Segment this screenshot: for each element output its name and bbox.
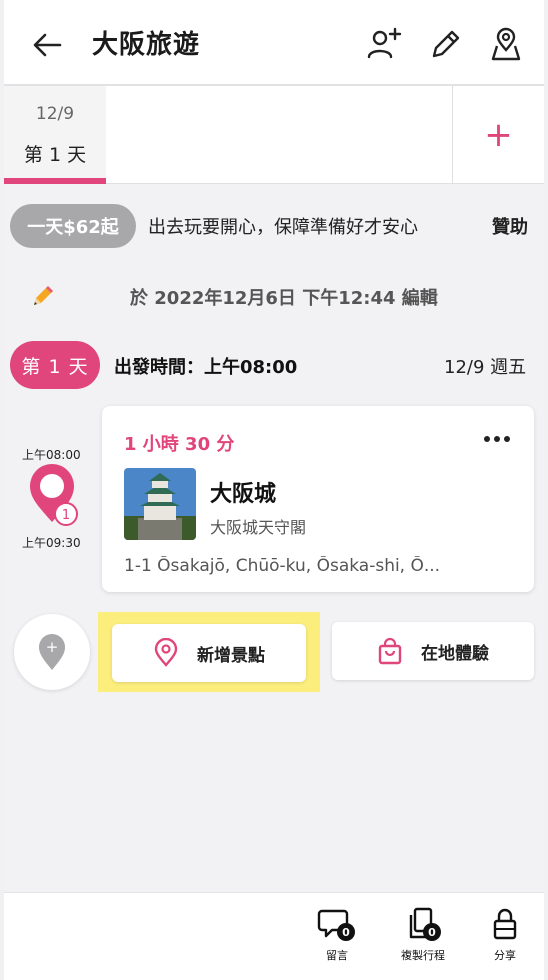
back-arrow-icon[interactable] xyxy=(30,28,64,62)
place-card[interactable]: 1 小時 30 分 大阪城 大阪城天守閣 1-1 Ōsakajō, Chūō-k… xyxy=(102,406,534,592)
add-pin-symbol: + xyxy=(46,638,59,656)
tab-day-1[interactable]: 12/9 第 1 天 xyxy=(4,86,106,184)
place-name: 大阪城 xyxy=(210,482,277,507)
stop-pin-icon: 1 xyxy=(30,464,78,526)
copy-count: 0 xyxy=(423,923,441,941)
app-screen: 大阪旅遊 12/9 第 1 天 + 一天$62起 出去玩要開心，保障準備好才安心… xyxy=(4,0,544,980)
day-badge: 第 1 天 xyxy=(10,341,100,389)
stop-number: 1 xyxy=(62,508,70,523)
place-subtitle: 大阪城天守閣 xyxy=(210,518,307,537)
sponsor-label: 贊助 xyxy=(492,217,528,238)
map-pin-icon[interactable] xyxy=(488,26,524,62)
page-title: 大阪旅遊 xyxy=(92,30,201,60)
add-spot-button[interactable]: 新增景點 xyxy=(112,624,306,682)
day-date: 12/9 週五 xyxy=(444,357,527,378)
copy-icon: 0 xyxy=(403,907,443,941)
copy-itinerary-label: 複製行程 xyxy=(401,949,445,962)
pencil-emoji-icon xyxy=(34,286,53,305)
stay-duration[interactable]: 1 小時 30 分 xyxy=(124,430,234,456)
tab-label: 第 1 天 xyxy=(23,144,87,166)
comments-count: 0 xyxy=(337,923,355,941)
add-stop-button[interactable]: + xyxy=(14,614,90,690)
comments-label: 留言 xyxy=(326,949,348,962)
shopping-bag-icon xyxy=(378,637,402,665)
tab-date: 12/9 xyxy=(35,104,75,124)
pencil-icon[interactable] xyxy=(428,26,464,62)
active-tab-indicator xyxy=(4,178,106,184)
add-day-button[interactable]: + xyxy=(452,86,544,184)
lock-icon xyxy=(485,907,525,941)
add-spot-label: 新增景點 xyxy=(197,645,265,666)
top-bar: 大阪旅遊 xyxy=(4,0,544,86)
promo-text[interactable]: 出去玩要開心，保障準備好才安心 xyxy=(148,213,418,239)
copy-itinerary-button[interactable]: 0 複製行程 xyxy=(388,907,458,963)
place-address: 1-1 Ōsakajō, Chūō-ku, Ōsaka-shi, Ō... xyxy=(124,556,441,576)
stop-end-time: 上午09:30 xyxy=(22,536,81,550)
departure-time[interactable]: 出發時間：上午08:00 xyxy=(114,353,297,379)
add-person-icon[interactable] xyxy=(366,26,402,62)
share-button[interactable]: 分享 xyxy=(470,907,540,963)
share-label: 分享 xyxy=(494,949,516,962)
last-edited-text: 於 2022年12月6日 下午12:44 編輯 xyxy=(130,288,438,309)
local-experience-button[interactable]: 在地體驗 xyxy=(332,622,534,680)
location-pin-icon xyxy=(154,638,178,667)
place-thumbnail xyxy=(124,468,196,540)
add-pin-icon: + xyxy=(39,634,65,670)
comment-icon: 0 xyxy=(317,907,357,941)
promo-price-badge[interactable]: 一天$62起 xyxy=(10,204,136,248)
day-tabs: 12/9 第 1 天 + xyxy=(4,86,544,184)
local-experience-label: 在地體驗 xyxy=(421,643,489,664)
more-options-icon[interactable] xyxy=(482,432,512,446)
stop-start-time: 上午08:00 xyxy=(22,448,81,462)
bottom-toolbar: 0 留言 0 複製行程 分享 xyxy=(4,892,544,980)
comments-button[interactable]: 0 留言 xyxy=(302,907,372,963)
